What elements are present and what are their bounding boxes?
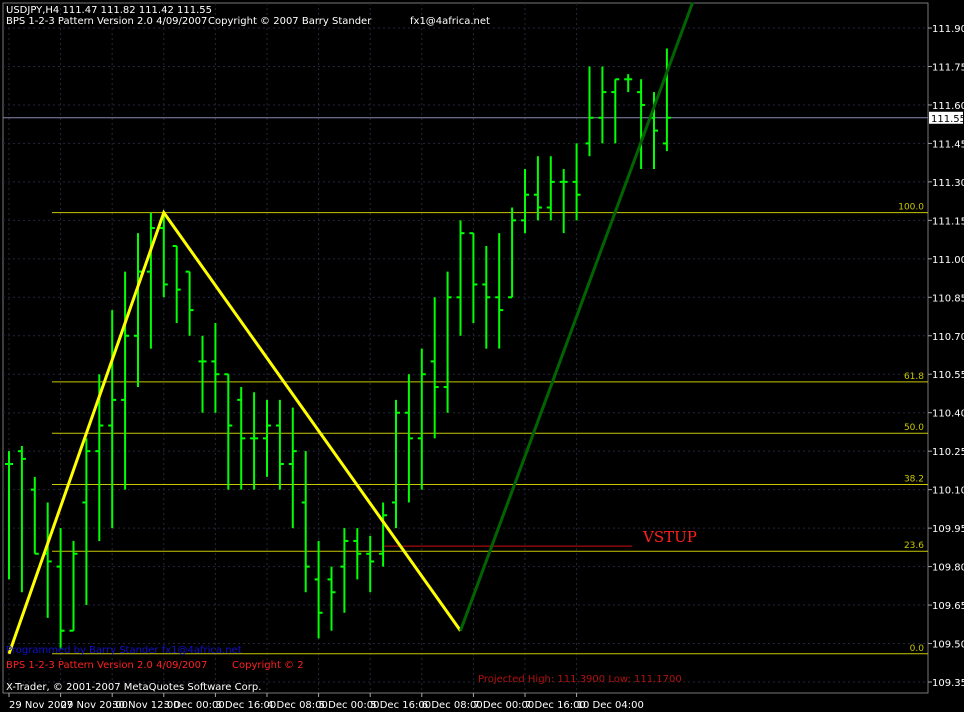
y-tick-label: 109.35 bbox=[932, 678, 964, 689]
indicator-line: BPS 1-2-3 Pattern Version 2.0 4/09/2007 bbox=[6, 16, 207, 27]
y-tick-label: 109.50 bbox=[932, 640, 964, 651]
y-tick-label: 111.75 bbox=[932, 62, 964, 73]
price-chart[interactable]: 100.0 61.8 50.0 38.2 23.6 0.0 111.90 111.75 111… bbox=[0, 0, 964, 712]
y-tick-label: 110.85 bbox=[932, 293, 964, 304]
y-tick-label: 110.70 bbox=[932, 332, 964, 343]
symbol-line: USDJPY,H4 111.47 111.82 111.42 111.55 bbox=[6, 5, 212, 16]
fib-label: 38.2 bbox=[904, 475, 924, 485]
signal-label: VSTUP bbox=[642, 528, 697, 546]
fib-label: 61.8 bbox=[904, 372, 924, 382]
y-tick-label: 111.90 bbox=[932, 24, 964, 35]
x-tick-label: 10 Dec 04:00 bbox=[577, 700, 644, 711]
email-label: fx1@4africa.net bbox=[410, 16, 490, 27]
y-tick-label: 109.80 bbox=[932, 563, 964, 574]
footer-projection: Projected High: 111.3900 Low: 111.1700 bbox=[478, 674, 682, 685]
y-tick-label: 111.45 bbox=[932, 139, 964, 150]
fib-label: 50.0 bbox=[904, 423, 924, 433]
current-price-label: 111.55 bbox=[931, 114, 964, 125]
fib-label: 100.0 bbox=[898, 203, 924, 213]
y-tick-label: 110.10 bbox=[932, 486, 964, 497]
footer-vendor: X-Trader, © 2001-2007 MetaQuotes Softwar… bbox=[6, 682, 261, 693]
fib-label: 0.0 bbox=[910, 644, 925, 654]
footer-indicator: BPS 1-2-3 Pattern Version 2.0 4/09/2007 bbox=[6, 660, 207, 671]
fib-label: 23.6 bbox=[904, 541, 924, 551]
y-tick-label: 111.30 bbox=[932, 178, 964, 189]
y-tick-label: 109.65 bbox=[932, 601, 964, 612]
copyright-label: Copyright © 2007 Barry Stander bbox=[208, 16, 372, 27]
y-tick-label: 110.25 bbox=[932, 447, 964, 458]
y-tick-label: 109.95 bbox=[932, 524, 964, 535]
y-tick-label: 111.00 bbox=[932, 255, 964, 266]
footer-programmed: Programmed by Barry Stander fx1@4africa.… bbox=[6, 645, 242, 656]
y-tick-label: 111.60 bbox=[932, 101, 964, 112]
footer-copyright: Copyright © 2 bbox=[232, 660, 304, 671]
y-tick-label: 111.15 bbox=[932, 216, 964, 227]
y-tick-label: 110.55 bbox=[932, 370, 964, 381]
y-tick-label: 110.40 bbox=[932, 409, 964, 420]
